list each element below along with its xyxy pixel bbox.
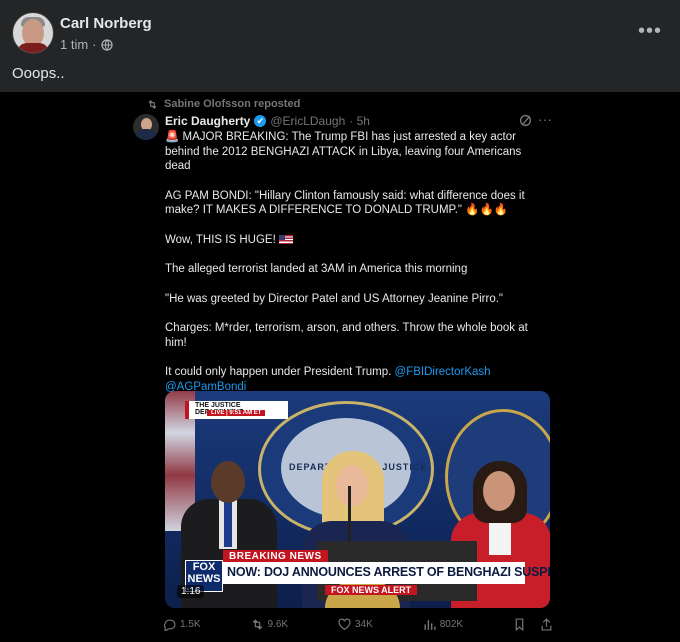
- like-button[interactable]: 34K: [338, 618, 373, 631]
- video-duration: 1:16: [177, 585, 205, 598]
- post-text: Ooops..: [12, 65, 65, 82]
- repost-button[interactable]: 9.6K: [251, 618, 288, 631]
- tweet-time[interactable]: · 5h: [349, 114, 370, 128]
- grok-icon[interactable]: [519, 114, 532, 127]
- siren-icon: 🚨: [165, 131, 180, 143]
- repost-label[interactable]: Sabine Olofsson reposted: [164, 98, 300, 110]
- repost-icon: [148, 99, 157, 109]
- post-meta: 1 tim ·: [60, 37, 113, 52]
- fire-icon: 🔥🔥🔥: [465, 204, 509, 216]
- verified-icon: ✔: [254, 115, 267, 127]
- heart-icon: [338, 618, 351, 631]
- tweet-more-icon[interactable]: ···: [538, 111, 552, 127]
- us-flag-icon: [278, 234, 293, 244]
- reply-button[interactable]: 1.5K: [163, 618, 201, 631]
- post-time[interactable]: 1 tim: [60, 37, 88, 52]
- chyron-headline: NOW: DOJ ANNOUNCES ARREST OF BENGHAZI SU…: [227, 565, 550, 579]
- tweet-line: Wow, THIS IS HUGE!: [165, 233, 545, 248]
- repost-line: Sabine Olofsson reposted: [147, 98, 300, 110]
- mention-link[interactable]: @FBIDirectorKash: [395, 366, 491, 378]
- bookmark-icon[interactable]: [513, 618, 526, 631]
- reply-icon: [163, 619, 176, 631]
- views-button[interactable]: 802K: [423, 618, 463, 631]
- globe-icon: [100, 38, 113, 51]
- repost-icon: [252, 619, 262, 630]
- tweet-line: "He was greeted by Director Patel and US…: [165, 292, 503, 305]
- tweet-line: Charges: M*rder, terrorism, arson, and o…: [165, 322, 528, 349]
- tweet-line: AG PAM BONDI: "Hillary Clinton famously …: [165, 189, 525, 217]
- views-icon: [424, 620, 436, 630]
- tweet-line: 🚨 MAJOR BREAKING: The Trump FBI has just…: [165, 131, 522, 172]
- tweet-body: 🚨 MAJOR BREAKING: The Trump FBI has just…: [165, 130, 545, 394]
- fox-news-alert: FOX NEWS ALERT: [325, 585, 418, 595]
- chyron: NOW: DOJ ANNOUNCES ARREST OF BENGHAZI SU…: [221, 562, 550, 584]
- post-header: Carl Norberg 1 tim · ••• Ooops..: [0, 0, 680, 92]
- tweet-line: It could only happen under President Tru…: [165, 366, 491, 393]
- program-tag: THE JUSTICE DEPARTMENT LIVE | 9:51 AM ET: [185, 401, 288, 419]
- tweet-actions: 1.5K 9.6K 34K 802K: [163, 618, 553, 631]
- meta-separator: ·: [92, 37, 97, 52]
- avatar[interactable]: [12, 12, 54, 54]
- tweet-handle[interactable]: @EricLDaugh: [270, 114, 345, 128]
- video-player[interactable]: DEPARTMENT OF JUSTICE THE JUSTICE DEPART…: [165, 391, 550, 608]
- tweet-header: Eric Daugherty ✔ @EricLDaugh · 5h: [165, 114, 370, 128]
- author-name[interactable]: Carl Norberg: [60, 15, 152, 32]
- tweet-line: The alleged terrorist landed at 3AM in A…: [165, 263, 468, 275]
- share-icon[interactable]: [540, 618, 553, 631]
- more-options-button[interactable]: •••: [638, 20, 662, 43]
- tweet-avatar[interactable]: [133, 114, 159, 140]
- tweet-author-name[interactable]: Eric Daugherty: [165, 114, 250, 128]
